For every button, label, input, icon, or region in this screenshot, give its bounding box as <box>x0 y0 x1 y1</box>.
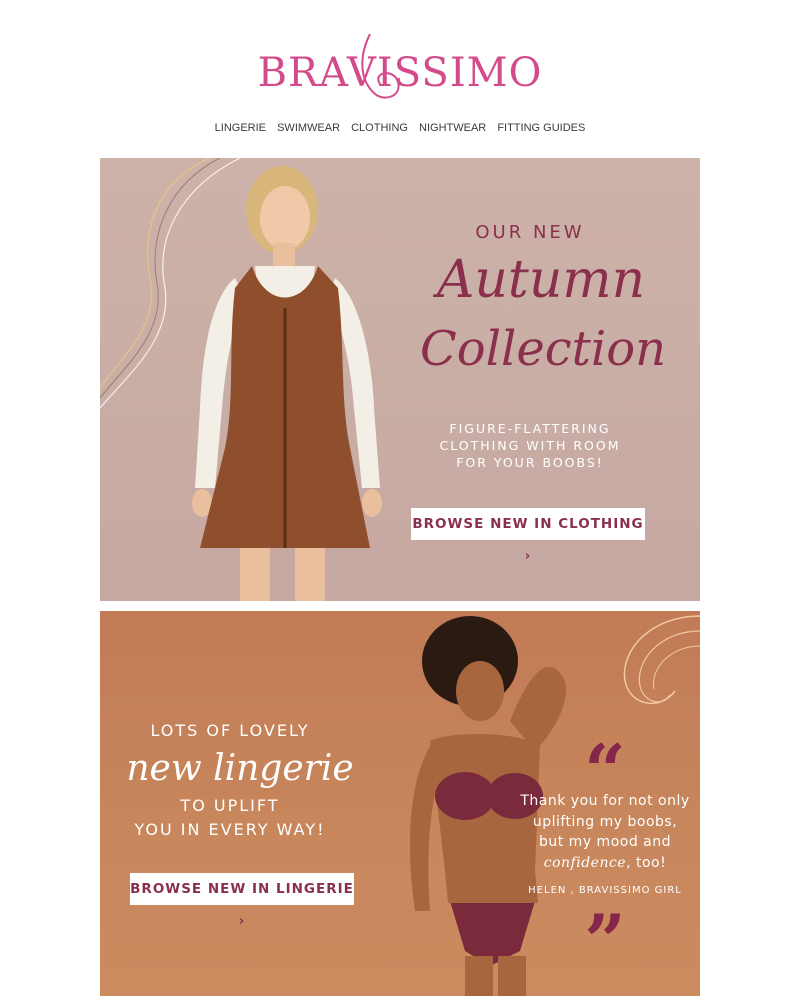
quote-text-part: Thank you for not only uplifting my boob… <box>520 793 690 850</box>
nav-item-swimwear[interactable]: SWIMWEAR <box>277 122 340 134</box>
hero-autumn-banner[interactable]: OUR NEW Autumn Collection FIGURE-FLATTER… <box>100 158 700 601</box>
quote-close-icon: ” <box>584 898 626 983</box>
browse-new-in-clothing-button[interactable]: BROWSE NEW IN CLOTHING › <box>411 508 645 564</box>
hero-subtitle: FIGURE-FLATTERING CLOTHING WITH ROOM FOR… <box>420 420 640 471</box>
hero-lingerie-banner[interactable]: LOTS OF LOVELY new lingerie TO UPLIFT YO… <box>100 611 700 996</box>
browse-new-in-lingerie-button[interactable]: BROWSE NEW IN LINGERIE › <box>130 873 354 929</box>
quote-emphasis: confidence <box>543 854 627 871</box>
lingerie-line: YOU IN EVERY WAY! <box>134 820 326 839</box>
logo-text: BRAVISSIMO <box>257 50 543 96</box>
nav-item-lingerie[interactable]: LINGERIE <box>215 122 266 134</box>
hero-subtitle-line: FIGURE-FLATTERING <box>449 421 611 436</box>
quote-author: HELEN , BRAVISSIMO GIRL <box>528 885 682 896</box>
hero-script-collection: Collection <box>420 321 667 377</box>
nav-item-nightwear[interactable]: NIGHTWEAR <box>419 122 486 134</box>
lingerie-script-heading: new lingerie <box>126 748 354 789</box>
logo[interactable]: BRAVISSIMO <box>0 18 800 108</box>
quote-text-part: , too! <box>626 854 667 871</box>
main-nav: LINGERIE SWIMWEAR CLOTHING NIGHTWEAR FIT… <box>0 122 800 134</box>
lingerie-line: TO UPLIFT <box>180 796 280 815</box>
hero-subtitle-line: FOR YOUR BOOBS! <box>456 455 604 470</box>
hero-script-autumn: Autumn <box>436 250 646 310</box>
nav-item-clothing[interactable]: CLOTHING <box>351 122 408 134</box>
hero-eyebrow: OUR NEW <box>475 222 585 243</box>
nav-item-fitting-guides[interactable]: FITTING GUIDES <box>497 122 585 134</box>
hero-subtitle-line: CLOTHING WITH ROOM <box>439 438 621 453</box>
testimonial-quote: Thank you for not only uplifting my boob… <box>520 791 690 873</box>
lingerie-eyebrow: LOTS OF LOVELY <box>150 721 310 740</box>
model-in-dress-image <box>192 166 382 601</box>
